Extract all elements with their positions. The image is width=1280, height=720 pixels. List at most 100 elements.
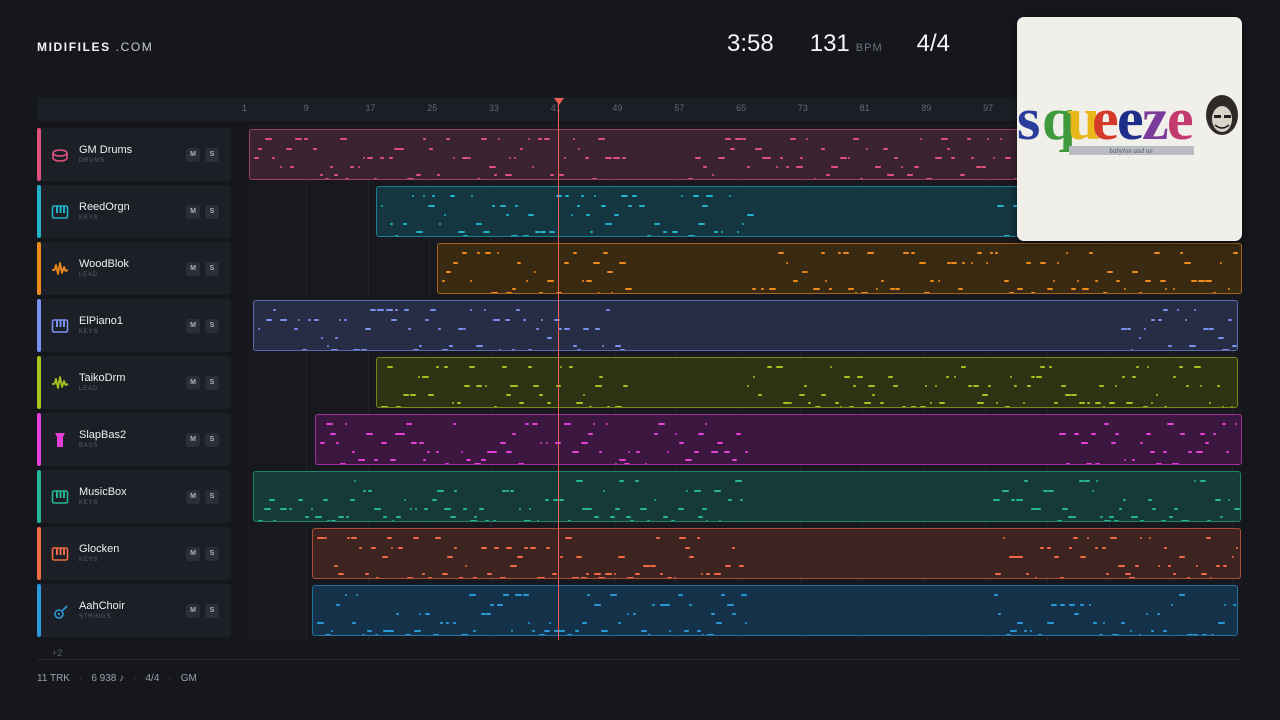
- midi-note: [381, 205, 383, 207]
- midi-note: [1136, 366, 1139, 368]
- tempo-unit: BPM: [855, 42, 883, 54]
- midi-note: [615, 406, 622, 407]
- midi-note: [506, 214, 509, 216]
- midi-note: [1211, 634, 1214, 635]
- midi-note: [336, 604, 340, 606]
- midi-clip[interactable]: [376, 357, 1238, 408]
- midi-note: [334, 174, 338, 176]
- track-header[interactable]: ReedOrgn KEYS M S: [37, 185, 231, 238]
- solo-button[interactable]: S: [205, 490, 219, 504]
- midi-note: [403, 223, 407, 225]
- midi-note: [1222, 423, 1226, 425]
- midi-note: [1024, 630, 1027, 632]
- track-name: Glocken: [79, 543, 120, 555]
- midi-note: [1146, 613, 1148, 615]
- midi-clip[interactable]: [312, 585, 1238, 636]
- midi-note: [914, 166, 919, 168]
- midi-note: [581, 577, 587, 578]
- midi-note: [739, 565, 744, 567]
- track-header[interactable]: TaikoDrm LEAD M S: [37, 356, 231, 409]
- midi-note: [462, 252, 467, 254]
- midi-note: [1194, 480, 1196, 482]
- midi-note: [477, 178, 480, 179]
- midi-note: [1232, 556, 1234, 558]
- midi-note: [1104, 423, 1109, 425]
- midi-note: [605, 157, 612, 159]
- midi-note: [685, 459, 692, 461]
- piano-keys-icon: [51, 203, 69, 221]
- mute-button[interactable]: M: [186, 547, 200, 561]
- midi-note: [407, 178, 414, 179]
- midi-note: [1038, 634, 1042, 635]
- playhead[interactable]: [558, 104, 559, 640]
- midi-note: [737, 231, 739, 233]
- midi-note: [1161, 520, 1166, 521]
- track-header[interactable]: GM Drums DRUMS M S: [37, 128, 231, 181]
- mute-button[interactable]: M: [186, 148, 200, 162]
- portrait-illustration: [1206, 95, 1238, 135]
- midi-note: [353, 349, 360, 350]
- solo-button[interactable]: S: [205, 604, 219, 618]
- playhead-handle[interactable]: [554, 98, 564, 105]
- solo-button[interactable]: S: [205, 319, 219, 333]
- midi-note: [962, 262, 965, 264]
- midi-note: [1158, 565, 1160, 567]
- midi-note: [625, 288, 632, 290]
- midi-note: [735, 480, 742, 482]
- midi-note: [534, 271, 536, 273]
- midi-note: [694, 490, 701, 492]
- mute-button[interactable]: M: [186, 376, 200, 390]
- mute-button[interactable]: M: [186, 490, 200, 504]
- mute-button[interactable]: M: [186, 604, 200, 618]
- mute-button[interactable]: M: [186, 433, 200, 447]
- more-tracks-indicator[interactable]: +2: [52, 648, 62, 658]
- midi-note: [647, 520, 650, 521]
- midi-clip[interactable]: [253, 300, 1238, 351]
- track-header[interactable]: ElPiano1 KEYS M S: [37, 299, 231, 352]
- midi-note: [1218, 622, 1225, 624]
- midi-note: [778, 252, 784, 254]
- midi-note: [861, 292, 868, 293]
- midi-note: [437, 490, 444, 492]
- midi-note: [423, 459, 426, 461]
- midi-note: [442, 280, 445, 282]
- midi-note: [576, 402, 583, 404]
- midi-note: [619, 459, 626, 461]
- midi-note: [1129, 577, 1135, 578]
- midi-note: [556, 195, 562, 197]
- midi-note: [628, 205, 632, 207]
- mute-button[interactable]: M: [186, 262, 200, 276]
- piano-keys-icon: [51, 317, 69, 335]
- solo-button[interactable]: S: [205, 547, 219, 561]
- midi-note: [564, 262, 569, 264]
- solo-button[interactable]: S: [205, 262, 219, 276]
- track-header[interactable]: MusicBox KEYS M S: [37, 470, 231, 523]
- midi-note: [586, 573, 589, 575]
- midi-note: [547, 402, 551, 404]
- solo-button[interactable]: S: [205, 433, 219, 447]
- track-header[interactable]: SlapBas2 BASS M S: [37, 413, 231, 466]
- midi-note: [1152, 508, 1156, 510]
- midi-note: [1035, 577, 1037, 578]
- solo-button[interactable]: S: [205, 205, 219, 219]
- midi-note: [398, 547, 403, 549]
- midi-note: [1031, 292, 1035, 293]
- midi-note: [939, 402, 945, 404]
- midi-note: [1200, 385, 1202, 387]
- midi-note: [881, 280, 884, 282]
- midi-note: [350, 166, 354, 168]
- midi-note: [540, 231, 546, 233]
- midi-note: [595, 328, 600, 330]
- track-header[interactable]: Glocken KEYS M S: [37, 527, 231, 580]
- site-logo[interactable]: MIDIFILES .COM: [37, 40, 153, 54]
- track-header[interactable]: AahChoir STRINGS M S: [37, 584, 231, 637]
- mute-button[interactable]: M: [186, 319, 200, 333]
- track-header[interactable]: WoodBlok LEAD M S: [37, 242, 231, 295]
- mute-button[interactable]: M: [186, 205, 200, 219]
- midi-note: [1169, 516, 1173, 518]
- solo-button[interactable]: S: [205, 376, 219, 390]
- midi-clip[interactable]: [315, 414, 1242, 465]
- solo-button[interactable]: S: [205, 148, 219, 162]
- midi-clip[interactable]: [312, 528, 1241, 579]
- midi-clip[interactable]: [253, 471, 1241, 522]
